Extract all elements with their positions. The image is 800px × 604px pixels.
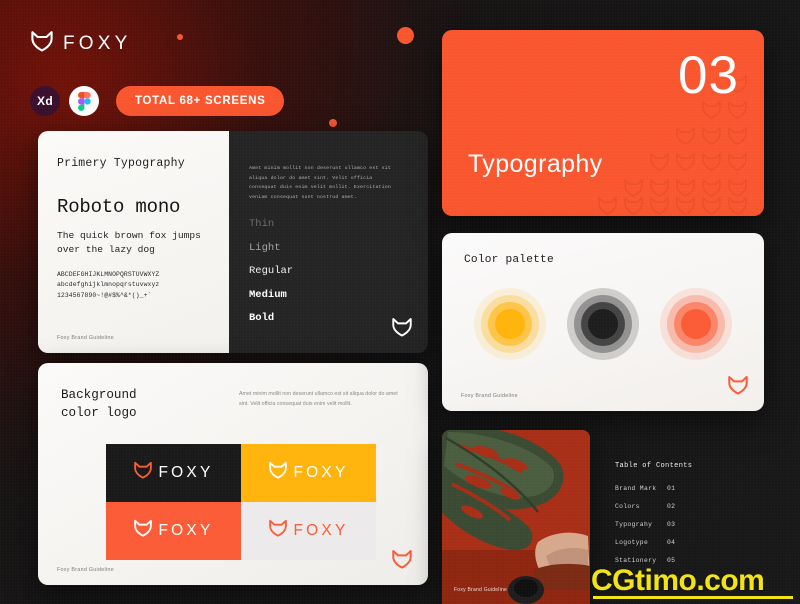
toc-label: Logotype [615, 539, 649, 546]
swatch-coral [659, 288, 732, 360]
brand-wordmark: FOXY [63, 33, 132, 54]
toc-row[interactable]: Stationery 05 [615, 557, 692, 564]
swatch-charcoal [566, 288, 639, 360]
logo-background-grid: FOXY FOXY FOXY FOXY [106, 443, 376, 560]
palette-card-footer: Foxy Brand Guideline [461, 393, 518, 399]
logo-wordmark: FOXY [158, 464, 214, 481]
logo-on-coral: FOXY [106, 501, 241, 560]
logo-wordmark: FOXY [293, 522, 349, 539]
toc-number: 04 [667, 539, 676, 546]
fox-head-icon [727, 375, 749, 400]
palette-swatch-row [464, 288, 742, 360]
typography-weights-panel: Amet minim mollit non deserunt ullamco e… [229, 131, 428, 353]
glyphs-uppercase: ABCDEFGHIJKLMNOPQRSTUVWXYZ [57, 270, 160, 278]
toc-row[interactable]: Logotype 04 [615, 539, 692, 546]
toc-label: Brand Mark [615, 485, 657, 492]
swatch-amber [474, 288, 547, 360]
background-card-header: Background color logo Amet minim mollit … [61, 387, 405, 423]
typography-hero-panel: 03 Typography [442, 30, 764, 216]
table-of-contents: Table of Contents Brand Mark 01 Colors 0… [615, 462, 692, 575]
adobe-xd-label: Xd [37, 94, 53, 108]
color-palette-card: Color palette Foxy Brand Guideline [442, 233, 764, 411]
brand-bar: FOXY Xd TOTAL 68+ SCREENS [30, 30, 285, 116]
typography-card-footer: Foxy Brand Guideline [57, 335, 114, 341]
toc-label: Typograhy [615, 521, 653, 528]
typography-glyph-set: ABCDEFGHIJKLMNOPQRSTUVWXYZ abcdefghijklm… [57, 270, 213, 301]
typography-lorem-text: Amet minim mollit non deserunt ullamco e… [249, 166, 391, 200]
typography-font-name: Roboto mono [57, 196, 181, 218]
adobe-xd-icon[interactable]: Xd [30, 86, 60, 116]
stationery-photo-card: Foxy Brand Guideline [442, 430, 590, 604]
palette-card-title: Color palette [464, 254, 554, 266]
site-watermark-underline [593, 596, 793, 599]
toc-row[interactable]: Brand Mark 01 [615, 485, 692, 492]
typography-card-title: Primery Typography [57, 157, 185, 170]
typography-pangram: The quick brown fox jumps over the lazy … [57, 230, 201, 255]
font-weight-regular: Regular [249, 265, 294, 278]
fox-head-icon [133, 519, 153, 542]
logo-wordmark: FOXY [293, 464, 349, 481]
logo-on-amber: FOXY [241, 443, 376, 502]
total-screens-pill[interactable]: TOTAL 68+ SCREENS [116, 86, 285, 116]
fox-head-icon [391, 549, 413, 574]
toc-number: 01 [667, 485, 676, 492]
toc-number: 03 [667, 521, 676, 528]
page-root: FOXY Xd TOTAL 68+ SCREENS Primery Typogr… [0, 0, 800, 604]
swatch-core [680, 309, 711, 339]
font-weight-light: Light [249, 241, 281, 254]
toc-number: 02 [667, 503, 676, 510]
orange-dot-large [397, 27, 414, 44]
background-card-title: Background color logo [61, 388, 137, 420]
logo-on-dark: FOXY [106, 443, 241, 502]
toc-label: Colors [615, 503, 640, 510]
fox-head-icon [268, 519, 288, 542]
background-card-lorem: Amet minim mollit non deserunt ullamco e… [239, 391, 398, 407]
background-card-footer: Foxy Brand Guideline [57, 567, 114, 573]
logo-on-light: FOXY [241, 501, 376, 560]
glyphs-lowercase: abcdefghijklmnopqrstuvwxyz [57, 281, 160, 289]
font-weight-medium: Medium [249, 288, 287, 301]
badge-row: Xd TOTAL 68+ SCREENS [30, 86, 285, 116]
swatch-core [587, 309, 618, 339]
hero-section-number: 03 [678, 46, 739, 105]
toc-title: Table of Contents [615, 462, 693, 470]
fox-head-icon [391, 317, 413, 342]
glyphs-numeric: 1234567890~!@#$%^&*()_+` [57, 291, 152, 299]
hero-section-title: Typography [468, 150, 603, 178]
hand-holding-object [534, 532, 590, 590]
toc-row[interactable]: Typograhy 03 [615, 521, 692, 528]
font-weight-list: Thin Light Regular Medium Bold [249, 219, 410, 324]
monstera-leaf-photo [442, 430, 590, 604]
font-weight-thin: Thin [249, 218, 275, 231]
font-weight-bold: Bold [249, 312, 275, 325]
fox-head-icon [133, 461, 153, 484]
brand-lockup: FOXY [30, 30, 284, 57]
primary-typography-card: Primery Typography Roboto mono The quick… [38, 131, 428, 353]
site-watermark: CGtimo.com [591, 564, 765, 597]
photo-card-footer: Foxy Brand Guideline [454, 587, 508, 593]
orange-dot-small-center [329, 119, 337, 127]
swatch-core [495, 309, 526, 339]
fox-head-icon [30, 30, 54, 57]
toc-row[interactable]: Colors 02 [615, 503, 692, 510]
background-color-logo-card: Background color logo Amet minim mollit … [38, 363, 428, 585]
typography-specimen-panel: Primery Typography Roboto mono The quick… [38, 131, 229, 353]
toc-number: 05 [667, 557, 676, 564]
figma-icon[interactable] [69, 86, 99, 116]
fox-head-icon [268, 461, 288, 484]
toc-label: Stationery [615, 557, 657, 564]
logo-wordmark: FOXY [158, 522, 214, 539]
